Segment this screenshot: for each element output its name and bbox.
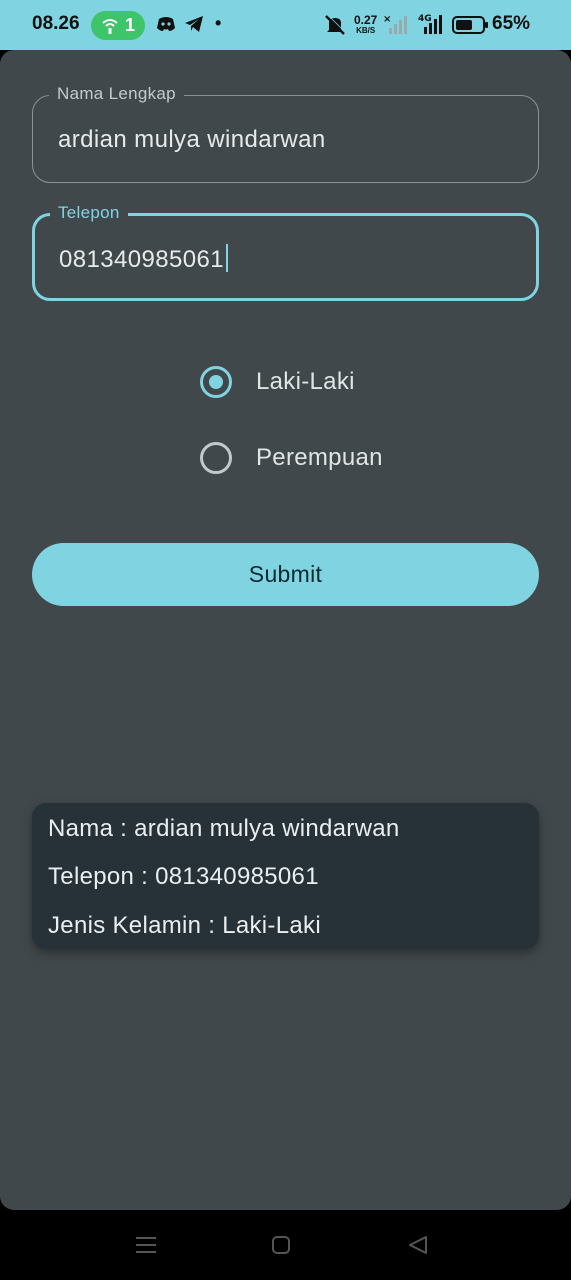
phone-field-input[interactable]: 081340985061 (59, 244, 228, 274)
notification-dot-icon: • (215, 13, 222, 33)
net-speed-unit: KB/S (356, 26, 376, 35)
name-field-value[interactable]: ardian mulya windarwan (58, 126, 326, 154)
result-phone: Telepon : 081340985061 (48, 863, 319, 890)
status-bar: 08.26 1 • 0.27 KB/S × 4G 65% (0, 0, 571, 50)
hotspot-count: 1 (124, 15, 135, 35)
result-gender: Jenis Kelamin : Laki-Laki (48, 912, 321, 939)
home-icon[interactable] (271, 1235, 291, 1255)
network-type-label: 4G (418, 14, 432, 24)
net-speed-value: 0.27 (354, 13, 378, 27)
phone-field[interactable]: Telepon 081340985061 (32, 203, 539, 301)
discord-icon (157, 17, 175, 31)
back-icon[interactable] (407, 1235, 429, 1255)
phone-field-value[interactable]: 081340985061 (59, 246, 224, 273)
submit-button[interactable]: Submit (32, 543, 539, 606)
name-field[interactable]: Nama Lengkap ardian mulya windarwan (32, 84, 539, 183)
signal-x-icon: × (383, 14, 407, 34)
radio-laki-laki[interactable]: Laki-Laki (200, 364, 355, 400)
text-caret (225, 244, 228, 272)
app-surface: Nama Lengkap ardian mulya windarwan Tele… (0, 50, 571, 1210)
telegram-icon (185, 16, 203, 32)
svg-text:×: × (383, 14, 391, 25)
battery-percent: 65% (492, 13, 531, 34)
radio-label-laki-laki[interactable]: Laki-Laki (256, 368, 355, 396)
radio-label-perempuan[interactable]: Perempuan (256, 444, 383, 472)
status-time: 08.26 (32, 13, 80, 34)
signal-4g-icon: 4G (418, 14, 442, 34)
navigation-bar (0, 1210, 571, 1280)
radio-checked-icon[interactable] (200, 366, 232, 398)
result-name: Nama : ardian mulya windarwan (48, 815, 400, 842)
radio-perempuan[interactable]: Perempuan (200, 440, 383, 476)
result-card: Nama : ardian mulya windarwan Telepon : … (32, 803, 539, 949)
mute-icon (325, 14, 346, 35)
hotspot-icon (102, 18, 118, 34)
phone-field-label: Telepon (50, 203, 128, 223)
battery-icon (452, 16, 488, 34)
radio-unchecked-icon[interactable] (200, 442, 232, 474)
net-speed: 0.27 KB/S (354, 14, 377, 35)
hotspot-badge: 1 (91, 11, 145, 40)
menu-icon[interactable] (135, 1235, 157, 1255)
name-field-label: Nama Lengkap (49, 84, 184, 104)
